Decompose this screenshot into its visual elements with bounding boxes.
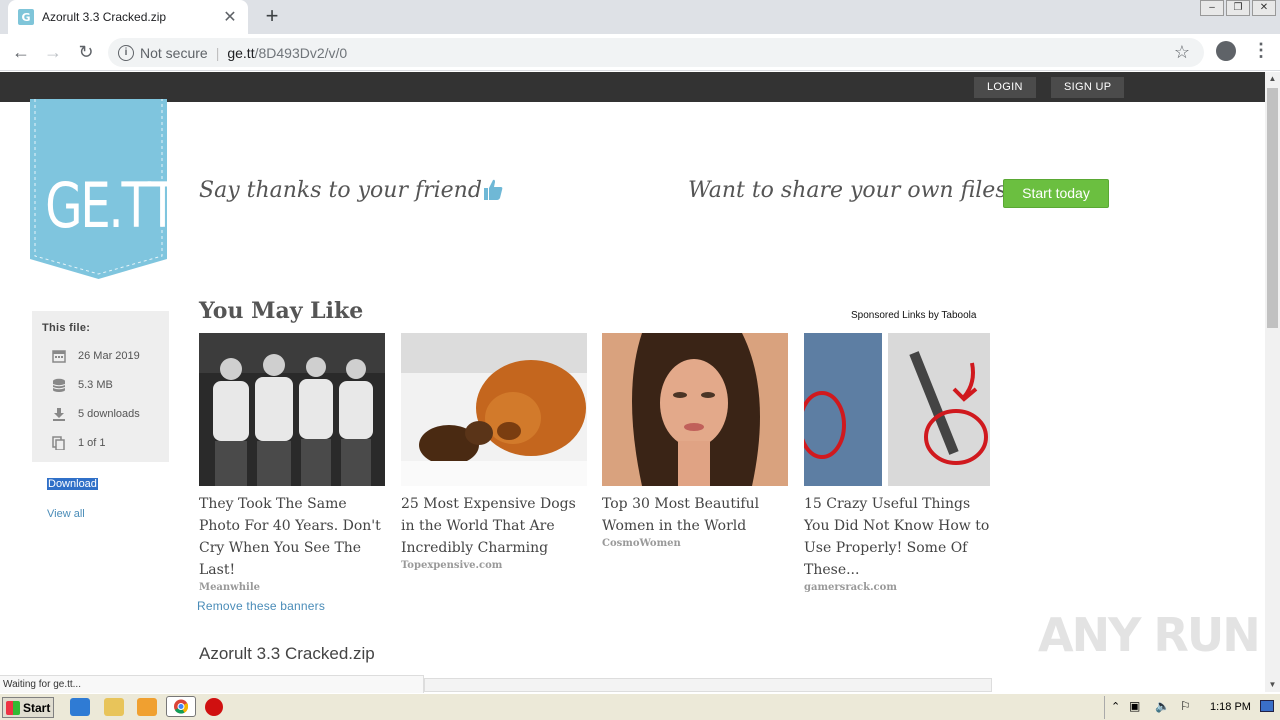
calendar-icon (52, 349, 66, 363)
browser-tab[interactable]: G Azorult 3.3 Cracked.zip ✕ (8, 0, 248, 34)
url-path: /8D493Dv2/v/0 (254, 44, 348, 61)
info-icon[interactable]: i (118, 44, 134, 61)
restore-icon[interactable]: ❐ (1226, 0, 1250, 16)
file-info-title: This file: (42, 322, 91, 334)
internet-explorer-icon[interactable] (70, 698, 90, 716)
downloads-row: 5 downloads (52, 407, 140, 421)
file-size: 5.3 MB (78, 379, 113, 391)
stop-icon[interactable] (205, 698, 223, 716)
recommendation-card[interactable]: Top 30 Most Beautiful Women in the World… (602, 333, 788, 549)
tab-title: Azorult 3.3 Cracked.zip (42, 10, 167, 24)
card-title[interactable]: 25 Most Expensive Dogs in the World That… (401, 493, 587, 559)
web-page: LOGIN SIGN UP GE.TT Say thanks to your f… (0, 72, 1265, 692)
download-count: 5 downloads (78, 408, 140, 420)
profile-avatar-icon[interactable] (1216, 41, 1236, 61)
windows-flag-icon (6, 700, 20, 715)
volume-icon[interactable]: 🔈 (1155, 699, 1170, 713)
site-top-bar: LOGIN SIGN UP (0, 72, 1265, 102)
file-name-heading: Azorult 3.3 Cracked.zip (199, 644, 375, 663)
card-image[interactable] (602, 333, 788, 486)
file-count-row: 1 of 1 (52, 436, 106, 450)
file-info-panel: This file: 26 Mar 2019 5.3 MB 5 download… (32, 311, 169, 462)
thumbs-up-icon[interactable] (482, 178, 504, 207)
scroll-up-arrow-icon[interactable]: ▲ (1265, 72, 1280, 86)
close-icon[interactable]: ✕ (222, 7, 238, 27)
forward-arrow-icon[interactable]: → (40, 40, 66, 64)
start-today-button[interactable]: Start today (1003, 179, 1109, 208)
bookmark-star-icon[interactable]: ☆ (1174, 42, 1190, 63)
kebab-menu-icon[interactable]: ⋮ (1252, 40, 1270, 61)
start-button[interactable]: Start (2, 697, 54, 718)
thanks-text: Say thanks to your friend (199, 178, 482, 203)
card-source[interactable]: CosmoWomen (602, 538, 788, 549)
new-tab-icon[interactable]: + (260, 4, 284, 28)
folder-icon[interactable] (104, 698, 124, 716)
card-title[interactable]: 15 Crazy Useful Things You Did Not Know … (804, 493, 990, 581)
card-source[interactable]: Meanwhile (199, 582, 385, 593)
download-link[interactable]: Download (47, 478, 98, 490)
recommendation-card[interactable]: 15 Crazy Useful Things You Did Not Know … (804, 333, 990, 593)
view-all-link[interactable]: View all (47, 508, 85, 520)
database-icon (52, 378, 66, 392)
card-source[interactable]: gamersrack.com (804, 582, 990, 593)
separator: | (215, 44, 220, 61)
signup-button[interactable]: SIGN UP (1051, 77, 1125, 98)
url-host: ge.tt (227, 44, 255, 61)
scroll-down-arrow-icon[interactable]: ▼ (1265, 678, 1280, 692)
clock: 1:18 PM (1210, 701, 1251, 713)
anyrun-watermark: ANY RUN (1038, 608, 1261, 662)
file-preview-box (424, 678, 992, 692)
tray-expand-icon[interactable]: ⌃ (1111, 700, 1120, 713)
card-title[interactable]: Top 30 Most Beautiful Women in the World (602, 493, 788, 537)
card-image[interactable] (199, 333, 385, 486)
network-icon[interactable]: ▣ (1129, 699, 1140, 713)
back-arrow-icon[interactable]: ← (8, 40, 34, 64)
logo-text: GE.TT (45, 169, 177, 242)
system-tray: ⌃ ▣ 🔈 ⚐ (1104, 696, 1280, 719)
login-button[interactable]: LOGIN (974, 77, 1036, 98)
share-prompt: Want to share your own files? (688, 178, 1019, 203)
vertical-scrollbar[interactable]: ▲ ▼ (1265, 72, 1280, 692)
card-source[interactable]: Topexpensive.com (401, 560, 587, 571)
close-window-icon[interactable]: ✕ (1252, 0, 1276, 16)
address-bar[interactable]: i Not secure | ge.tt/8D493Dv2/v/0 ☆ (108, 38, 1204, 67)
scroll-thumb[interactable] (1267, 88, 1278, 328)
start-label: Start (23, 700, 51, 715)
watermark-text: ANY RUN (1038, 608, 1261, 662)
file-date-row: 26 Mar 2019 (52, 349, 140, 363)
show-desktop-icon[interactable] (1260, 700, 1274, 712)
file-size-row: 5.3 MB (52, 378, 113, 392)
recommendation-card[interactable]: 25 Most Expensive Dogs in the World That… (401, 333, 587, 571)
card-title[interactable]: They Took The Same Photo For 40 Years. D… (199, 493, 385, 581)
file-date: 26 Mar 2019 (78, 350, 140, 362)
reload-icon[interactable]: ↻ (73, 40, 99, 64)
security-label: Not secure (140, 44, 208, 61)
tab-strip: G Azorult 3.3 Cracked.zip ✕ + – ❐ ✕ (0, 0, 1280, 34)
chrome-taskbar-button[interactable] (166, 696, 196, 717)
card-image[interactable] (401, 333, 587, 486)
browser-toolbar: ← → ↻ i Not secure | ge.tt/8D493Dv2/v/0 … (0, 34, 1280, 71)
media-player-icon[interactable] (137, 698, 157, 716)
window-controls: – ❐ ✕ (1200, 0, 1276, 18)
gett-logo[interactable]: GE.TT (30, 99, 177, 279)
recommendation-card[interactable]: They Took The Same Photo For 40 Years. D… (199, 333, 385, 593)
status-bar: Waiting for ge.tt... (0, 675, 424, 693)
download-icon (52, 407, 66, 421)
minimize-icon[interactable]: – (1200, 0, 1224, 16)
sponsored-label[interactable]: Sponsored Links by Taboola (851, 310, 976, 321)
remove-banners-link[interactable]: Remove these banners (197, 599, 325, 613)
recommendations-heading: You May Like (199, 298, 364, 324)
windows-taskbar: Start ⌃ ▣ 🔈 ⚐ 1:18 PM (0, 693, 1280, 720)
card-image[interactable] (804, 333, 990, 486)
site-favicon-icon: G (18, 9, 34, 25)
copy-icon (52, 436, 66, 450)
file-count: 1 of 1 (78, 437, 106, 449)
flag-icon[interactable]: ⚐ (1180, 699, 1191, 713)
